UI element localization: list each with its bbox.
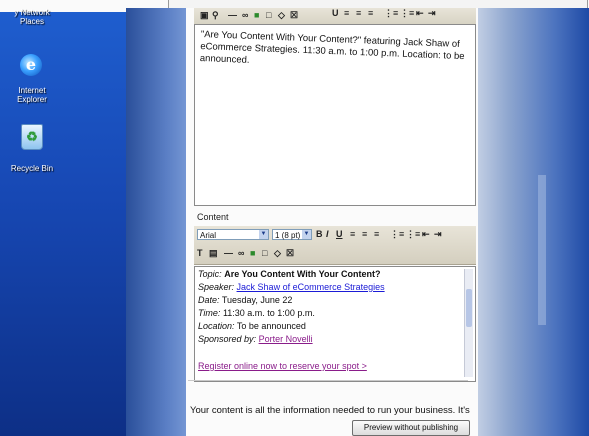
window-scrollbar[interactable] [538, 175, 546, 325]
align-left-icon[interactable]: ≡ [350, 229, 355, 240]
sponsor-line: Sponsored by: Porter Novelli [198, 334, 313, 345]
summary-text: "Are You Content With Your Content?" fea… [199, 29, 465, 66]
internet-explorer-label[interactable]: Internet Explorer [2, 86, 62, 104]
hr-icon[interactable]: — [224, 248, 233, 259]
window-right-frame [474, 8, 589, 436]
link-icon[interactable]: ⚲ [212, 10, 219, 21]
indent-icon[interactable]: ⇥ [434, 229, 442, 240]
font-color-icon[interactable]: T [197, 248, 203, 259]
network-label-line2: Places [19, 17, 44, 26]
ie-e-glyph: e [25, 55, 37, 74]
source-icon[interactable]: ◇ [278, 10, 285, 21]
paste-icon[interactable]: ▣ [200, 10, 209, 21]
date-line: Date: Tuesday, June 22 [198, 295, 292, 306]
bin-label-line1: Recycle Bin [10, 164, 54, 173]
date-value: Tuesday, June 22 [221, 295, 293, 305]
preview-without-publishing-button[interactable]: Preview without publishing [352, 420, 470, 436]
align-right-icon[interactable]: ≡ [368, 8, 373, 19]
highlight-icon[interactable]: ▤ [209, 248, 218, 259]
location-label: Location: [198, 321, 235, 331]
font-size-select[interactable]: 1 (8 pt) ▼ [272, 229, 312, 240]
ordered-list-icon[interactable]: ⋮≡ [390, 229, 404, 240]
content-toolbar: Arial ▼ 1 (8 pt) ▼ B I U ≡ ≡ ≡ ⋮≡ ⋮≡ ⇤ ⇥… [194, 226, 476, 265]
italic-icon[interactable]: I [326, 229, 329, 240]
font-size-value: 1 (8 pt) [275, 231, 301, 240]
topic-value: Are You Content With Your Content? [224, 269, 381, 279]
chevron-down-icon: ▼ [302, 230, 311, 239]
source-icon[interactable]: ◇ [274, 248, 281, 259]
ie-label-line1: Internet [18, 86, 46, 95]
time-value: 11:30 a.m. to 1:00 p.m. [222, 308, 315, 318]
image-icon[interactable]: ■ [254, 10, 259, 21]
indent-icon[interactable]: ⇥ [428, 8, 436, 19]
bold-icon[interactable]: B [316, 229, 323, 240]
window-left-frame [126, 8, 194, 436]
anchor-icon[interactable]: ∞ [242, 10, 248, 21]
summary-editor[interactable]: "Are You Content With Your Content?" fea… [194, 24, 476, 206]
time-line: Time: 11:30 a.m. to 1:00 p.m. [198, 308, 315, 319]
spellcheck-icon[interactable]: ☒ [290, 10, 298, 21]
ordered-list-icon[interactable]: ⋮≡ [384, 8, 398, 19]
recycle-bin-icon[interactable]: ♻ [21, 124, 43, 150]
table-icon[interactable]: □ [262, 248, 267, 259]
time-label: Time: [198, 308, 221, 318]
content-scrollbar[interactable] [464, 269, 473, 377]
divider [188, 380, 468, 381]
align-right-icon[interactable]: ≡ [374, 229, 379, 240]
speaker-line: Speaker: Jack Shaw of eCommerce Strategi… [198, 282, 385, 293]
speaker-label: Speaker: [198, 282, 235, 292]
bullet-list-icon[interactable]: ⋮≡ [400, 8, 414, 19]
image-icon[interactable]: ■ [250, 248, 255, 259]
font-family-value: Arial [200, 231, 217, 240]
hr-icon[interactable]: — [228, 10, 237, 21]
outdent-icon[interactable]: ⇤ [422, 229, 430, 240]
network-label-line1: y Network [14, 8, 50, 17]
topic-line: Topic: Are You Content With Your Content… [198, 269, 380, 280]
sponsor-label: Sponsored by: [198, 334, 257, 344]
link-icon[interactable]: ∞ [238, 248, 244, 259]
bullet-list-icon[interactable]: ⋮≡ [406, 229, 420, 240]
ie-label-line2: Explorer [17, 95, 47, 104]
location-value: To be announced [236, 321, 306, 331]
font-family-select[interactable]: Arial ▼ [197, 229, 269, 240]
speaker-link[interactable]: Jack Shaw of eCommerce Strategies [237, 282, 385, 292]
recycle-arrow-icon: ♻ [26, 129, 38, 144]
scrollbar-thumb[interactable] [466, 289, 472, 327]
internet-explorer-icon[interactable]: e [20, 54, 42, 76]
chevron-down-icon: ▼ [259, 230, 268, 239]
recycle-bin-label[interactable]: Recycle Bin [0, 164, 64, 173]
spellcheck-icon[interactable]: ☒ [286, 248, 294, 259]
location-line: Location: To be announced [198, 321, 306, 332]
underline-icon[interactable]: U [336, 229, 343, 240]
body-text: Your content is all the information need… [190, 405, 470, 416]
content-label: Content [197, 212, 229, 222]
register-link[interactable]: Register online now to reserve your spot… [198, 361, 367, 371]
align-center-icon[interactable]: ≡ [356, 8, 361, 19]
table-icon[interactable]: □ [266, 10, 271, 21]
sponsor-link[interactable]: Porter Novelli [259, 334, 313, 344]
register-line: Register online now to reserve your spot… [198, 361, 367, 372]
network-places-label[interactable]: y Network Places [2, 8, 62, 26]
topic-label: Topic: [198, 269, 222, 279]
align-center-icon[interactable]: ≡ [362, 229, 367, 240]
underline-icon[interactable]: U [332, 8, 339, 19]
date-label: Date: [198, 295, 220, 305]
align-left-icon[interactable]: ≡ [344, 8, 349, 19]
content-editor[interactable]: Topic: Are You Content With Your Content… [194, 266, 476, 382]
outdent-icon[interactable]: ⇤ [416, 8, 424, 19]
